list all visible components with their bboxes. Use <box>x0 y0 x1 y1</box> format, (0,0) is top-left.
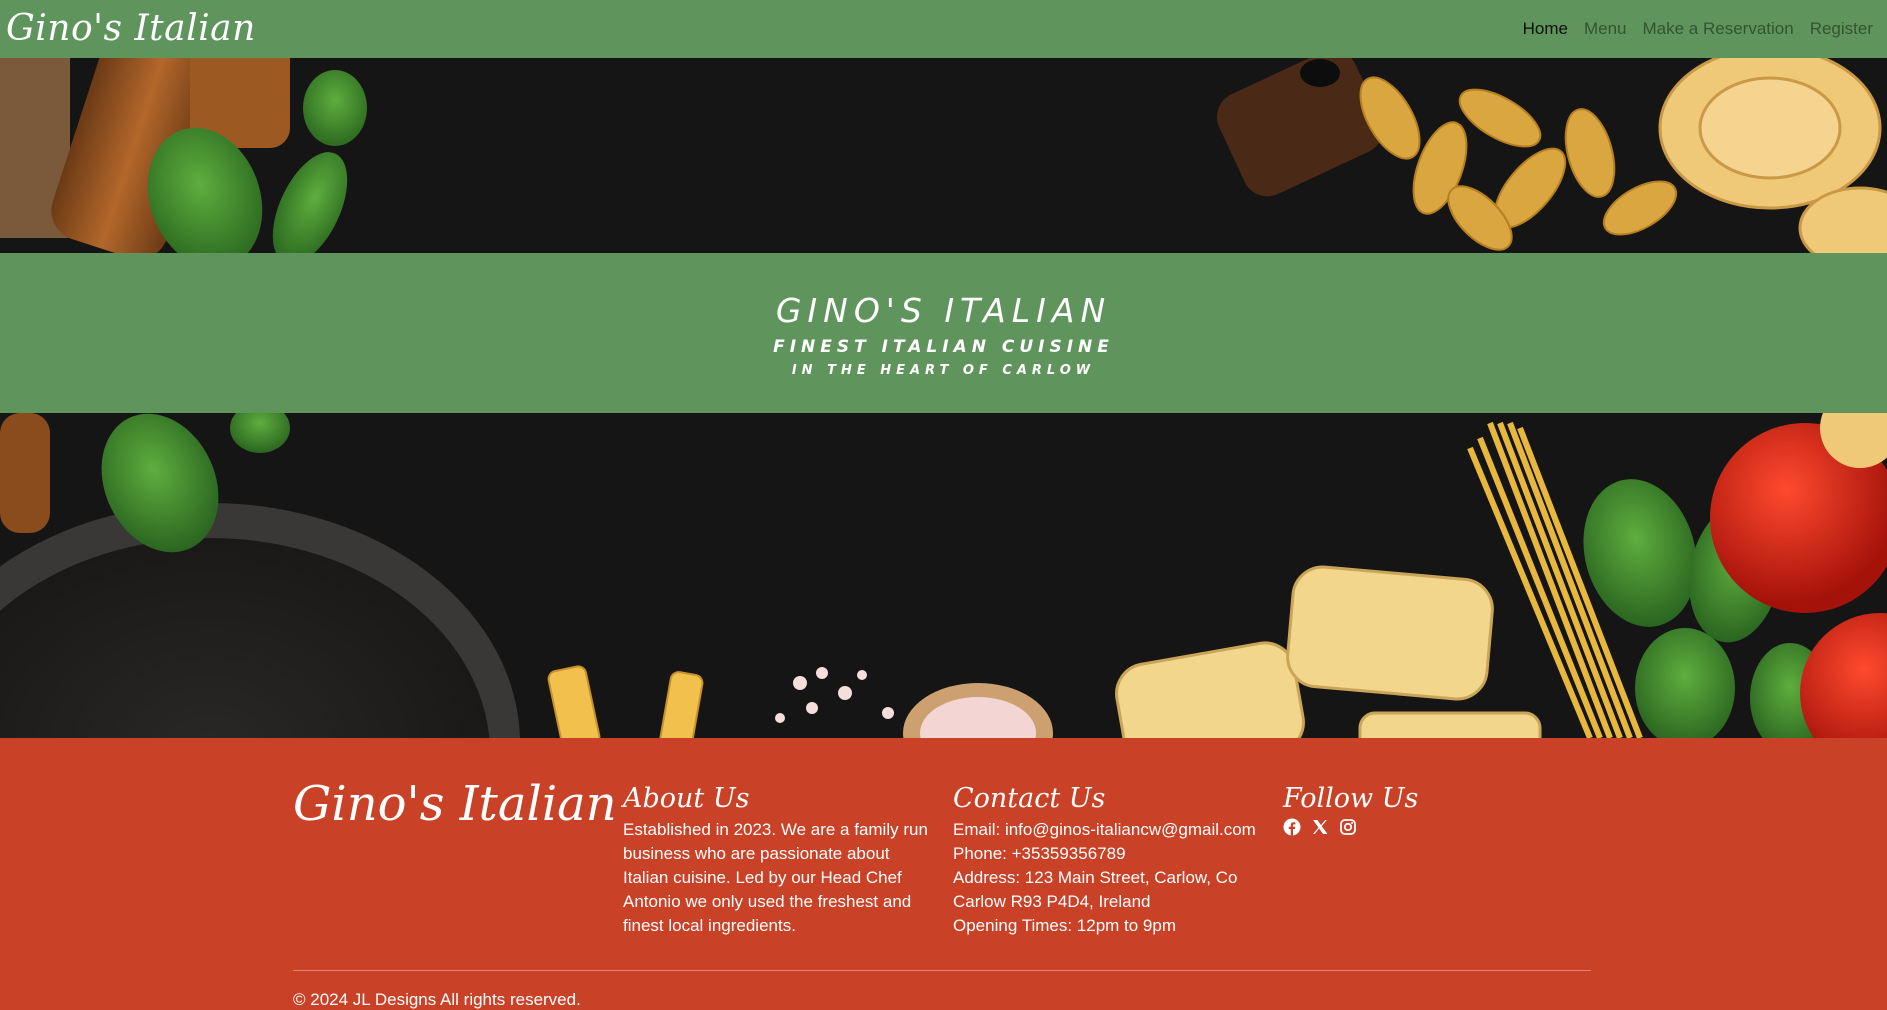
nav-home[interactable]: Home <box>1515 19 1576 39</box>
nav-links: Home Menu Make a Reservation Register <box>1515 19 1887 39</box>
pasta-ingredients-image-top <box>0 58 1887 253</box>
banner-tagline: IN THE HEART OF CARLOW <box>791 363 1096 378</box>
banner-title: GINO'S ITALIAN <box>775 291 1112 330</box>
nav-menu[interactable]: Menu <box>1576 19 1635 39</box>
footer-contact: Contact Us Email: info@ginos-italiancw@g… <box>953 784 1263 938</box>
brand-logo[interactable]: Gino's Italian <box>0 11 256 47</box>
contact-heading: Contact Us <box>953 783 1106 814</box>
hero-image-top <box>0 58 1887 253</box>
copyright: © 2024 JL Designs All rights reserved. <box>293 990 581 1009</box>
banner-subtitle: FINEST ITALIAN CUISINE <box>773 337 1114 357</box>
footer-divider <box>293 970 1591 971</box>
facebook-icon[interactable] <box>1283 818 1301 836</box>
contact-phone: Phone: +35359356789 <box>953 843 1126 863</box>
hero-banner: GINO'S ITALIAN FINEST ITALIAN CUISINE IN… <box>0 253 1887 413</box>
instagram-icon[interactable] <box>1339 818 1357 836</box>
footer-brand: Gino's Italian <box>293 776 617 832</box>
about-text: Established in 2023. We are a family run… <box>623 819 928 935</box>
contact-address: Address: 123 Main Street, Carlow, Co Car… <box>953 867 1238 911</box>
footer: Gino's Italian About Us Established in 2… <box>0 738 1887 1010</box>
social-links <box>1283 818 1593 836</box>
nav-reservation[interactable]: Make a Reservation <box>1635 19 1802 39</box>
pasta-ingredients-image-bottom <box>0 413 1887 738</box>
navbar: Gino's Italian Home Menu Make a Reservat… <box>0 0 1887 58</box>
contact-hours: Opening Times: 12pm to 9pm <box>953 915 1177 935</box>
hero-image-bottom <box>0 413 1887 738</box>
contact-email: Email: info@ginos-italiancw@gmail.com <box>953 819 1256 839</box>
about-heading: About Us <box>623 783 750 814</box>
footer-about: About Us Established in 2023. We are a f… <box>623 784 928 938</box>
footer-follow: Follow Us <box>1283 784 1593 836</box>
x-twitter-icon[interactable] <box>1311 818 1329 836</box>
follow-heading: Follow Us <box>1283 783 1419 814</box>
nav-register[interactable]: Register <box>1802 19 1881 39</box>
